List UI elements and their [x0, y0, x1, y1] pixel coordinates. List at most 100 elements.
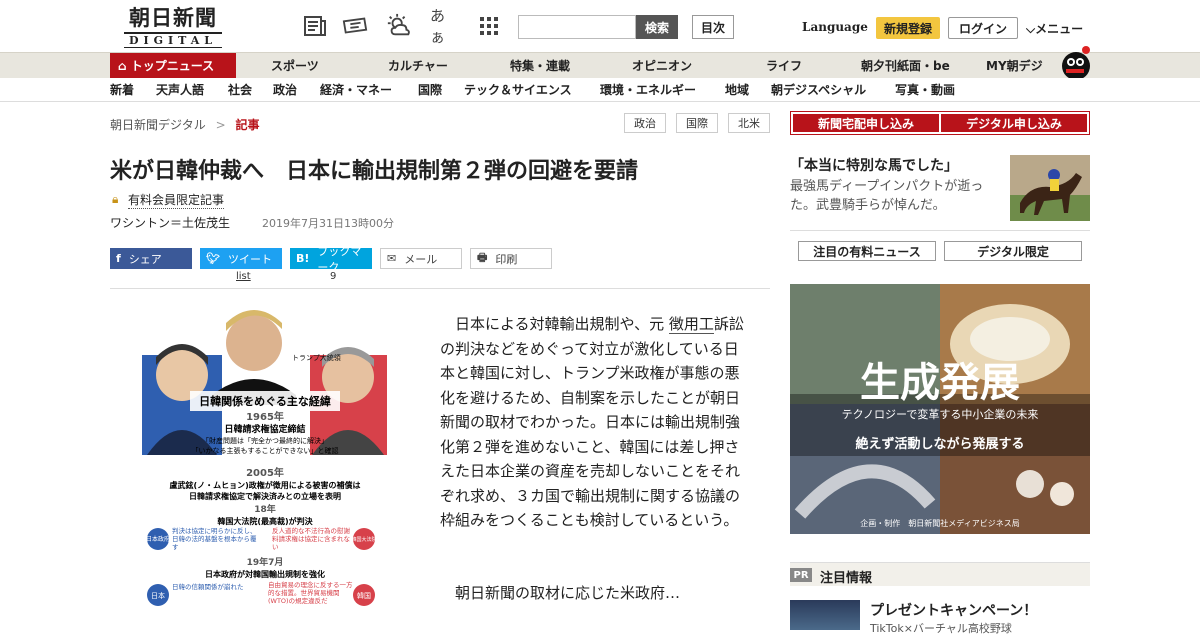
nav-item-my[interactable]: MY朝デジ: [986, 53, 1043, 79]
register-button[interactable]: 新規登録: [876, 17, 940, 39]
nav-item-international[interactable]: 国際: [418, 78, 442, 102]
tag-politics[interactable]: 政治: [624, 113, 666, 133]
hatena-bookmark-button[interactable]: B! ブックマーク: [290, 245, 372, 274]
feature-thumbnail[interactable]: [1010, 155, 1090, 221]
apply-bar: 新聞宅配申し込み デジタル申し込み: [790, 111, 1090, 135]
search-input[interactable]: [518, 15, 636, 39]
campaign-thumbnail[interactable]: [790, 600, 860, 630]
figure-t18: 韓国大法院(最高裁)が判決: [217, 516, 313, 526]
twitter-count[interactable]: list: [236, 271, 251, 282]
nav-item-features[interactable]: 特集・連載: [510, 53, 570, 79]
menu-button[interactable]: ⌵メニュー: [1026, 20, 1083, 37]
twitter-icon: 🐦︎: [206, 252, 220, 265]
hatena-count: 9: [330, 271, 337, 282]
figure-headline: 日韓関係をめぐる主な経緯: [199, 394, 331, 408]
figure-y19: 19年7月: [247, 556, 284, 568]
ad-sub: テクノロジーで変革する中小企業の未来: [842, 407, 1039, 421]
figure-d1965b: 「いかなる主張もすることができない」と確認: [192, 446, 339, 455]
figure-y18: 18年: [254, 503, 276, 515]
hatena-icon: B!: [296, 252, 310, 265]
login-button[interactable]: ログイン: [948, 17, 1018, 39]
byline: ワシントン＝土佐茂生: [110, 216, 231, 230]
paid-label[interactable]: 有料会員限定記事: [128, 191, 225, 209]
digital-apply-button[interactable]: デジタル申し込み: [941, 114, 1087, 132]
secondary-nav: 新着 天声人語 社会 政治 経済・マネー 国際 テック＆サイエンス 環境・エネル…: [0, 78, 1200, 102]
figure-y2005: 2005年: [246, 466, 284, 479]
nav-item-economy[interactable]: 経済・マネー: [320, 78, 392, 102]
nav-item-new[interactable]: 新着: [110, 78, 134, 102]
figure-r19: 自由貿易の理念に反する一方的な措置。世界貿易機関(WTO)の規定違反だ: [268, 581, 353, 605]
print-button[interactable]: 🖶 印刷: [470, 248, 552, 269]
search-button[interactable]: 検索: [636, 15, 678, 39]
share-label: シェア: [128, 252, 162, 266]
nav-item-top-news[interactable]: ⌂ トップニュース: [110, 53, 236, 79]
tab-digital-only[interactable]: デジタル限定: [944, 241, 1082, 261]
nav-item-sports[interactable]: スポーツ: [271, 53, 319, 79]
article-body: 日本による対韓輸出規制や、元 徴用工訴訟の判決などをめぐって対立が激化している日…: [440, 312, 746, 533]
nav-item-politics[interactable]: 政治: [273, 78, 297, 102]
nav-item-life[interactable]: ライフ: [766, 53, 802, 79]
twitter-share-button[interactable]: 🐦︎ ツイート: [200, 248, 282, 269]
nav-item-society[interactable]: 社会: [228, 78, 252, 102]
bookmark-label: ブックマーク: [317, 244, 362, 274]
nav-item-environment[interactable]: 環境・エネルギー: [600, 78, 696, 102]
tab-paid-news[interactable]: 注目の有料ニュース: [798, 241, 936, 261]
feature-description: 最強馬ディープインパクトが逝った。武豊騎手らが悼んだ。: [790, 179, 984, 213]
campaign-title[interactable]: プレゼントキャンペーン！: [870, 600, 1037, 620]
nav-item-region[interactable]: 地域: [725, 78, 749, 102]
ad-headline: 生成発展: [860, 360, 1020, 406]
facebook-share-button[interactable]: f シェア: [110, 248, 192, 269]
pr-badge: PR: [790, 568, 812, 582]
newspaper-apply-button[interactable]: 新聞宅配申し込み: [793, 114, 939, 132]
menu-label: メニュー: [1035, 22, 1084, 36]
mascot-icon[interactable]: [1056, 44, 1092, 80]
nav-item-photo[interactable]: 写真・動画: [895, 78, 955, 102]
nav-item-tenseijingo[interactable]: 天声人語: [156, 78, 204, 102]
article-figure[interactable]: トランプ大統領 安倍晋三首相 文在寅大統領 日韓関係をめぐる主な経緯 1965年…: [142, 305, 387, 610]
figure-r18: 反人道的な不法行為の慰謝料請求権は協定に含まれない: [272, 527, 350, 551]
nav-item-special[interactable]: 朝デジスペシャル: [771, 78, 866, 102]
contents-button[interactable]: 目次: [692, 15, 734, 39]
nav-item-culture[interactable]: カルチャー: [388, 53, 448, 79]
chevron-down-icon: ⌵: [1026, 22, 1036, 36]
site-logo[interactable]: 朝日新聞 DIGITAL: [118, 5, 228, 48]
print-icon: 🖶: [477, 251, 488, 264]
breadcrumb-separator: >: [215, 118, 226, 132]
weather-icon[interactable]: [386, 13, 412, 38]
logo-sub: DIGITAL: [124, 32, 222, 48]
publish-date: 2019年7月31日13時00分: [262, 217, 394, 230]
newspaper-icon[interactable]: [302, 14, 328, 38]
primary-nav: ⌂ トップニュース スポーツ カルチャー 特集・連載 オピニオン ライフ 朝夕刊…: [0, 52, 1200, 79]
article-more: 朝日新聞の取材に応じた米政府…: [455, 584, 681, 602]
ticket-icon[interactable]: [342, 14, 368, 38]
breadcrumb-home[interactable]: 朝日新聞デジタル: [110, 118, 206, 132]
figure-t1965: 日韓請求権協定締結: [224, 423, 305, 435]
mail-label: メール: [404, 252, 438, 266]
abe-label: 安倍晋三首相: [148, 461, 184, 469]
language-link[interactable]: Language: [802, 20, 868, 34]
body-pre: 日本による対韓輸出規制や、元: [455, 315, 665, 333]
article-paragraph: 日本による対韓輸出規制や、元 徴用工訴訟の判決などをめぐって対立が激化している日…: [440, 312, 746, 533]
advertisement[interactable]: 生成発展 テクノロジーで変革する中小企業の未来 絶えず活動しながら発展する 企画…: [790, 284, 1090, 534]
figure-japan: 日本: [151, 591, 165, 600]
tag-international[interactable]: 国際: [676, 113, 718, 133]
figure-l18: 判決は協定に明らかに反し、日韓の法的基盤を根本から覆す: [172, 527, 257, 551]
nav-item-paper[interactable]: 朝夕刊紙面・be: [861, 53, 950, 79]
facebook-icon: f: [116, 252, 121, 265]
font-size-toggle[interactable]: あぁ: [430, 7, 456, 46]
divider: [110, 288, 770, 289]
logo-main: 朝日新聞: [129, 5, 217, 30]
figure-jp-gov: 日本政府: [146, 535, 170, 543]
grid-icon[interactable]: [476, 14, 502, 38]
trump-label: トランプ大統領: [292, 353, 341, 362]
nav-item-opinion[interactable]: オピニオン: [632, 53, 692, 79]
site-header: 朝日新聞 DIGITAL あぁ 検索 目次 Language 新規登録 ログイン…: [0, 0, 1200, 52]
mail-button[interactable]: ✉ メール: [380, 248, 462, 269]
nav-item-tech[interactable]: テック＆サイエンス: [464, 78, 572, 102]
figure-korea: 韓国: [357, 591, 371, 600]
figure-d1965a: 「財産問題は「完全かつ最終的に解決」: [202, 436, 328, 445]
ad-credit: 企画・制作 朝日新聞社メディアビジネス局: [860, 518, 1019, 528]
tag-north-america[interactable]: 北米: [728, 113, 770, 133]
glossary-link[interactable]: 徴用工: [668, 315, 714, 334]
figure-t2005a: 盧武鉉(ノ・ムヒョン)政権が徴用による被害の補償は: [169, 480, 360, 490]
